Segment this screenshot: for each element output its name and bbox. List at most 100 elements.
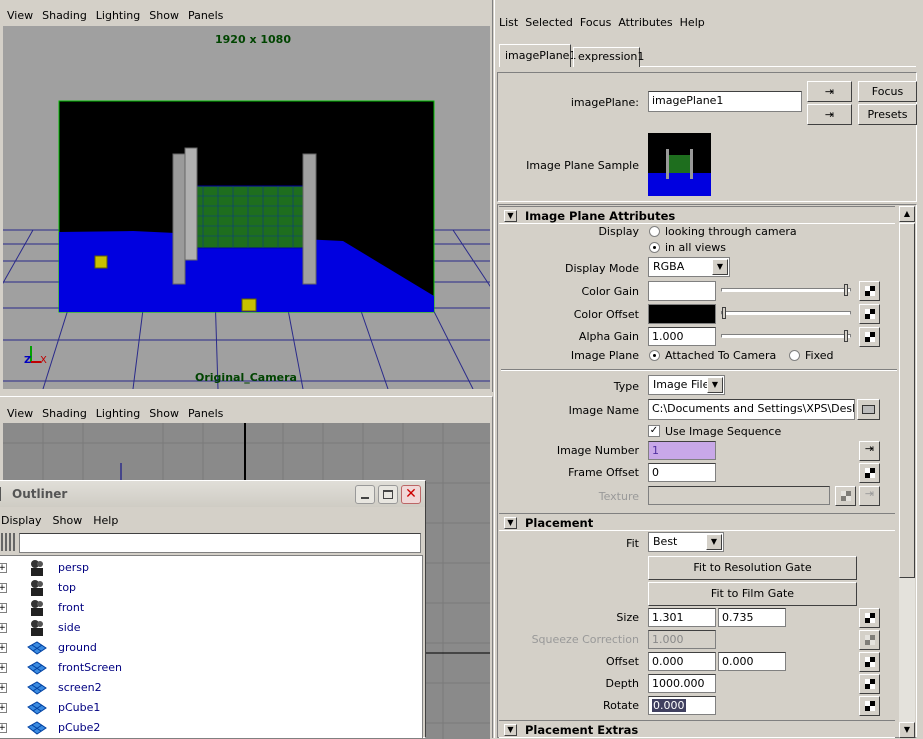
image-number-field[interactable]: 1 bbox=[648, 441, 716, 460]
menu-panels[interactable]: Panels bbox=[188, 407, 223, 420]
offset-y-field[interactable]: 0.000 bbox=[718, 652, 786, 671]
presets-button[interactable]: Presets bbox=[858, 104, 917, 125]
list-item[interactable]: + ground bbox=[0, 638, 420, 658]
rotate-field[interactable]: 0.000 bbox=[648, 696, 716, 715]
expand-icon[interactable]: + bbox=[0, 683, 7, 693]
maximize-button[interactable] bbox=[378, 485, 398, 504]
size-map-button[interactable] bbox=[859, 608, 880, 628]
ae-scrollbar[interactable]: ▲ ▼ bbox=[899, 206, 915, 738]
menu-help[interactable]: Help bbox=[93, 514, 118, 527]
menu-shading[interactable]: Shading bbox=[42, 407, 87, 420]
color-gain-slider[interactable] bbox=[721, 284, 851, 296]
menu-focus[interactable]: Focus bbox=[580, 16, 611, 29]
menu-shading[interactable]: Shading bbox=[42, 9, 87, 22]
viewport-canvas[interactable]: 1920 x 1080 Original_Camera Z X bbox=[3, 26, 490, 389]
close-button[interactable]: ✕ bbox=[401, 485, 421, 504]
fit-to-film-gate-button[interactable]: Fit to Film Gate bbox=[648, 582, 857, 606]
expand-icon[interactable]: + bbox=[0, 583, 7, 593]
scroll-down-arrow[interactable]: ▼ bbox=[899, 722, 915, 738]
section-placement[interactable]: ▼ Placement bbox=[499, 513, 895, 531]
expand-icon[interactable]: + bbox=[0, 723, 7, 733]
list-item[interactable]: + pCube2 bbox=[0, 718, 420, 738]
list-item[interactable]: + screen2 bbox=[0, 678, 420, 698]
size-x-field[interactable]: 1.301 bbox=[648, 608, 716, 627]
filter-icon[interactable] bbox=[1, 533, 17, 551]
attached-to-camera-label: Attached To Camera bbox=[665, 349, 777, 362]
image-name-field[interactable]: C:\Documents and Settings\XPS\Desktop bbox=[648, 399, 855, 420]
list-item[interactable]: + frontScreen bbox=[0, 658, 420, 678]
menu-panels[interactable]: Panels bbox=[188, 9, 223, 22]
expand-icon[interactable]: + bbox=[0, 703, 7, 713]
scroll-thumb[interactable] bbox=[899, 223, 915, 578]
list-item[interactable]: + top bbox=[0, 578, 420, 598]
menu-attributes[interactable]: Attributes bbox=[618, 16, 672, 29]
expand-icon[interactable]: + bbox=[0, 603, 7, 613]
outliner-list[interactable]: + persp + top + front + side + ground + frontS… bbox=[0, 555, 423, 739]
list-item[interactable]: + pCube1 bbox=[0, 698, 420, 718]
depth-map-button[interactable] bbox=[859, 674, 880, 694]
alpha-gain-field[interactable]: 1.000 bbox=[648, 327, 716, 346]
menu-show[interactable]: Show bbox=[53, 514, 83, 527]
menu-show[interactable]: Show bbox=[149, 407, 179, 420]
image-number-connection-button[interactable]: ⇥ bbox=[859, 441, 880, 461]
output-connection-button[interactable]: ⇥ bbox=[807, 104, 852, 125]
outliner-filter-input[interactable] bbox=[19, 533, 421, 553]
color-offset-map-button[interactable] bbox=[859, 304, 880, 324]
menu-view[interactable]: View bbox=[7, 407, 33, 420]
menu-display[interactable]: Display bbox=[1, 514, 42, 527]
expand-icon[interactable]: + bbox=[0, 563, 7, 573]
display-looking-radio[interactable] bbox=[649, 226, 660, 237]
size-y-field[interactable]: 0.735 bbox=[718, 608, 786, 627]
color-gain-map-button[interactable] bbox=[859, 281, 880, 301]
outliner-window[interactable]: Outliner ✕ Display Show Help + persp + top +… bbox=[0, 480, 426, 739]
tab-imageplane1[interactable]: imagePlane1 bbox=[499, 44, 576, 67]
expand-icon[interactable]: + bbox=[0, 623, 7, 633]
section-image-plane-attributes[interactable]: ▼ Image Plane Attributes bbox=[499, 206, 895, 224]
list-item[interactable]: + side bbox=[0, 618, 420, 638]
browse-button[interactable] bbox=[857, 399, 880, 420]
scene-view bbox=[3, 100, 490, 389]
list-item[interactable]: + persp bbox=[0, 558, 420, 578]
color-offset-slider[interactable] bbox=[721, 307, 851, 319]
fit-dropdown[interactable]: Best ▼ bbox=[648, 532, 724, 552]
fit-to-resolution-gate-button[interactable]: Fit to Resolution Gate bbox=[648, 556, 857, 580]
attached-to-camera-radio[interactable] bbox=[649, 350, 660, 361]
frame-offset-field[interactable]: 0 bbox=[648, 463, 716, 482]
menu-selected[interactable]: Selected bbox=[525, 16, 573, 29]
texture-map-button bbox=[835, 486, 856, 506]
scroll-up-arrow[interactable]: ▲ bbox=[899, 206, 915, 222]
list-item[interactable]: + front bbox=[0, 598, 420, 618]
rotate-map-button[interactable] bbox=[859, 696, 880, 716]
display-all-views-radio[interactable] bbox=[649, 242, 660, 253]
select-node-button[interactable]: ⇥ bbox=[807, 81, 852, 102]
focus-button[interactable]: Focus bbox=[858, 81, 917, 102]
color-offset-swatch[interactable] bbox=[648, 304, 716, 324]
offset-map-button[interactable] bbox=[859, 652, 880, 672]
type-dropdown[interactable]: Image File ▼ bbox=[648, 375, 725, 395]
use-image-sequence-checkbox[interactable]: ✓ bbox=[648, 425, 660, 437]
expand-icon[interactable]: + bbox=[0, 663, 7, 673]
menu-view[interactable]: View bbox=[7, 9, 33, 22]
menu-show[interactable]: Show bbox=[149, 9, 179, 22]
section-placement-extras[interactable]: ▼ Placement Extras bbox=[499, 720, 895, 738]
menu-list[interactable]: List bbox=[499, 16, 518, 29]
outliner-titlebar[interactable]: Outliner ✕ bbox=[0, 481, 425, 507]
display-mode-dropdown[interactable]: RGBA ▼ bbox=[648, 257, 730, 277]
menu-lighting[interactable]: Lighting bbox=[96, 407, 140, 420]
display-label: Display bbox=[598, 225, 639, 238]
offset-x-field[interactable]: 0.000 bbox=[648, 652, 716, 671]
expand-icon[interactable]: + bbox=[0, 643, 7, 653]
color-gain-swatch[interactable] bbox=[648, 281, 716, 301]
sample-label: Image Plane Sample bbox=[526, 159, 639, 172]
mesh-icon bbox=[27, 721, 47, 735]
frame-offset-map-button[interactable] bbox=[859, 463, 880, 483]
tab-expression1[interactable]: expression1 bbox=[573, 47, 644, 67]
alpha-gain-map-button[interactable] bbox=[859, 327, 880, 347]
alpha-gain-slider[interactable] bbox=[721, 330, 851, 342]
menu-lighting[interactable]: Lighting bbox=[96, 9, 140, 22]
fixed-radio[interactable] bbox=[789, 350, 800, 361]
depth-field[interactable]: 1000.000 bbox=[648, 674, 716, 693]
menu-help[interactable]: Help bbox=[680, 16, 705, 29]
minimize-button[interactable] bbox=[355, 485, 375, 504]
imageplane-name-field[interactable]: imagePlane1 bbox=[648, 91, 802, 112]
